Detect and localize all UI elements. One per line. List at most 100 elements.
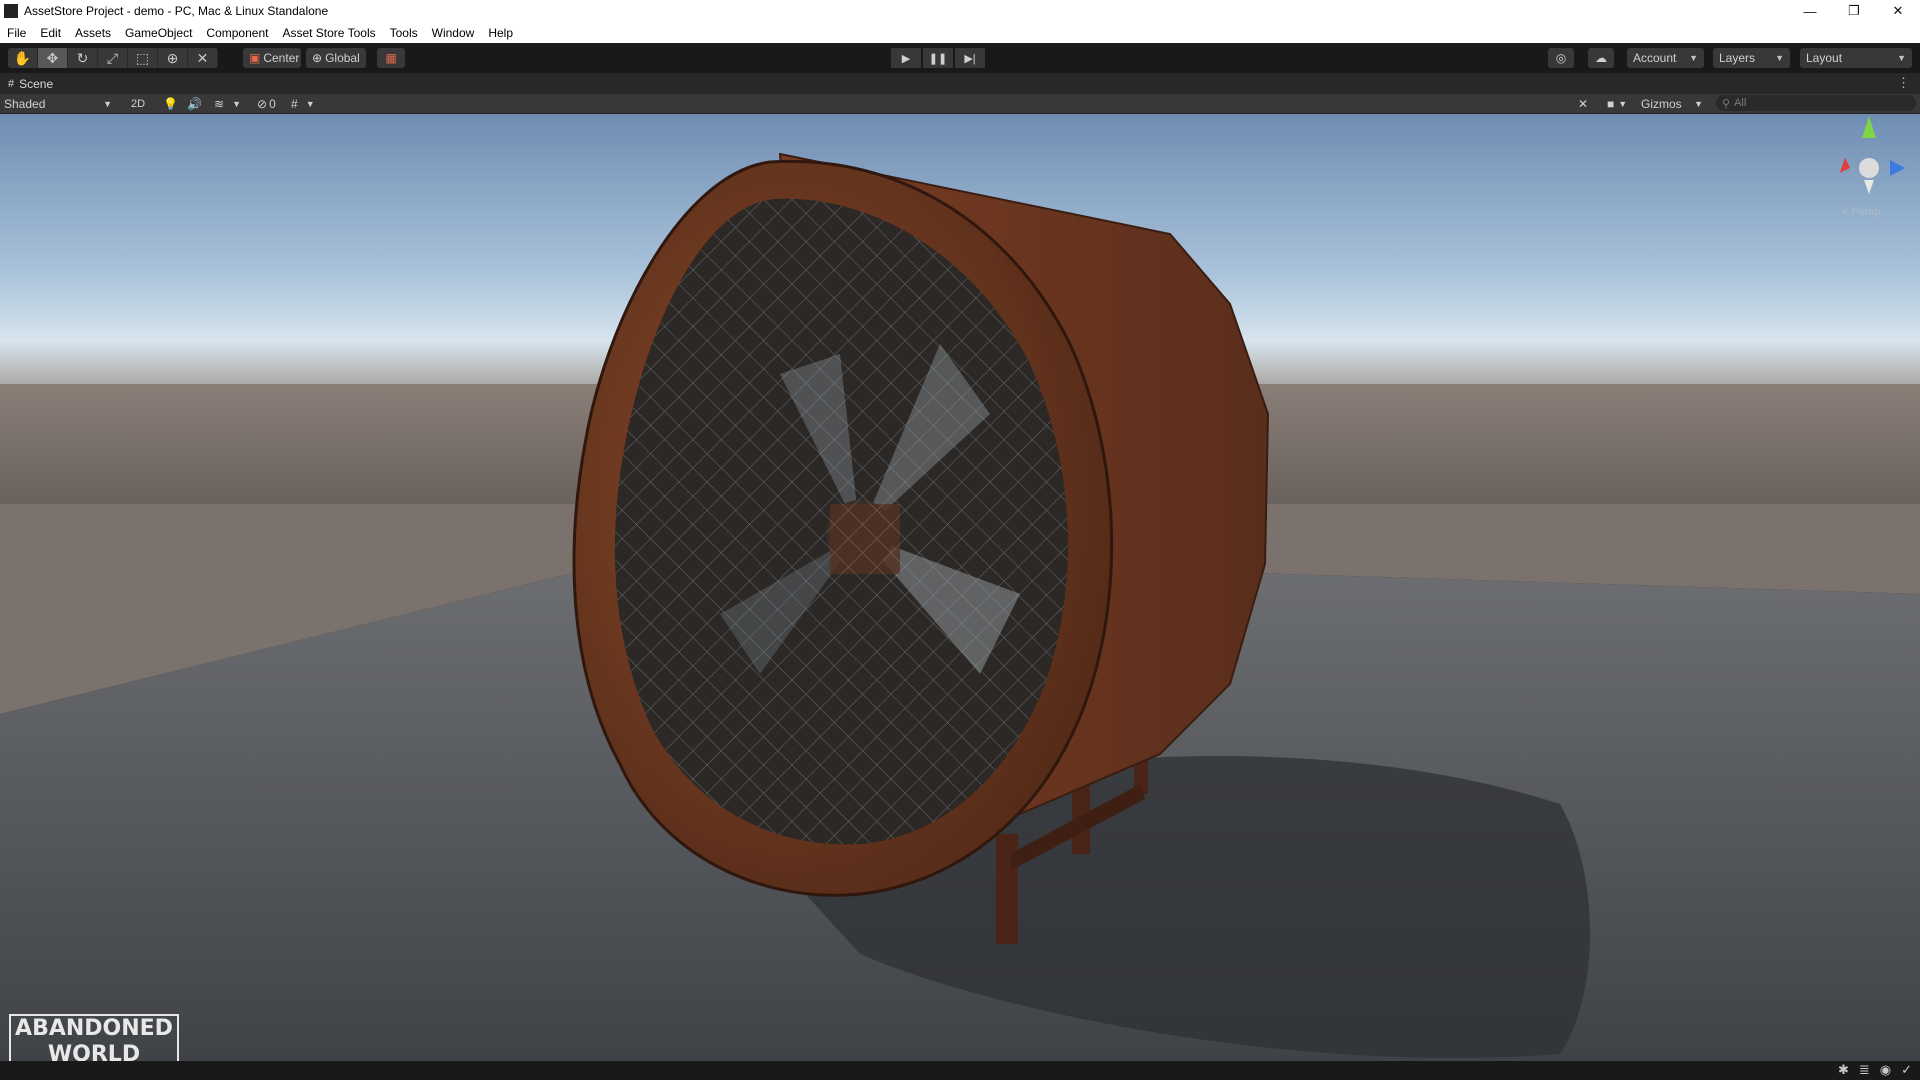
gizmos-label: Gizmos bbox=[1641, 96, 1682, 111]
effects-icon: ≋ bbox=[214, 96, 225, 111]
restore-button[interactable]: ❐ bbox=[1832, 0, 1876, 22]
grid-snap-icon: ▦ bbox=[385, 51, 397, 65]
tab-options-icon[interactable]: ⋮ bbox=[1897, 75, 1910, 91]
play-button[interactable]: ▶ bbox=[891, 48, 921, 68]
grid-dropdown[interactable]: # ▼ bbox=[291, 94, 327, 113]
bug-icon[interactable]: ✱ bbox=[1838, 1062, 1849, 1078]
services-icon: ◎ bbox=[1555, 51, 1567, 65]
cloud-icon: ☁ bbox=[1595, 51, 1607, 65]
pause-icon: ❚❚ bbox=[928, 52, 948, 65]
hand-tool-button[interactable]: ✋ bbox=[8, 48, 38, 68]
chevron-down-icon: ▼ bbox=[1897, 53, 1906, 63]
progress-icon[interactable]: ≣ bbox=[1859, 1062, 1870, 1078]
scale-icon: ⤢ bbox=[106, 49, 119, 66]
camera-icon: ■ bbox=[1607, 96, 1615, 111]
grid-icon: # bbox=[291, 96, 298, 111]
chevron-down-icon: ▼ bbox=[1618, 98, 1628, 109]
pause-button[interactable]: ❚❚ bbox=[923, 48, 953, 68]
pivot-icon: ▣ bbox=[249, 51, 261, 65]
draw-mode-label: Shaded bbox=[4, 96, 46, 111]
space-label: Global bbox=[325, 51, 360, 65]
2d-toggle-button[interactable]: 2D bbox=[126, 94, 150, 113]
transform-icon: ⊕ bbox=[166, 49, 179, 66]
window-titlebar: AssetStore Project - demo - PC, Mac & Li… bbox=[0, 0, 1920, 22]
lighting-toggle[interactable]: 💡 bbox=[163, 94, 179, 113]
move-icon: ✥ bbox=[46, 49, 59, 66]
layout-label: Layout bbox=[1806, 51, 1843, 65]
menu-window[interactable]: Window bbox=[425, 26, 482, 40]
search-icon: ⚲ bbox=[1722, 97, 1731, 110]
close-button[interactable]: ✕ bbox=[1876, 0, 1920, 22]
account-dropdown[interactable]: Account ▼ bbox=[1627, 48, 1704, 68]
transform-tool-button[interactable]: ⊕ bbox=[158, 48, 188, 68]
step-button[interactable]: ▶| bbox=[955, 48, 985, 68]
move-tool-button[interactable]: ✥ bbox=[38, 48, 68, 68]
cache-server-icon[interactable]: ◉ bbox=[1880, 1062, 1891, 1078]
menu-assets[interactable]: Assets bbox=[68, 26, 118, 40]
scene-viewport[interactable]: < Persp bbox=[0, 114, 1920, 1061]
chevron-down-icon: ▼ bbox=[232, 98, 241, 109]
status-icons: ✱ ≣ ◉ ✓ bbox=[1838, 1062, 1912, 1078]
menu-asset-store-tools[interactable]: Asset Store Tools bbox=[275, 26, 382, 40]
status-bar: ✱ ≣ ◉ ✓ bbox=[0, 1061, 1920, 1080]
chevron-down-icon: ▼ bbox=[1694, 98, 1703, 109]
lightbulb-icon: 💡 bbox=[163, 96, 178, 111]
pivot-label: Center bbox=[263, 51, 300, 65]
rect-tool-button[interactable]: ⬚ bbox=[128, 48, 158, 68]
scene-render bbox=[0, 114, 1920, 1061]
scene-search-input[interactable]: ⚲ All bbox=[1716, 95, 1916, 111]
stand-leg bbox=[996, 834, 1018, 944]
tab-scene[interactable]: # Scene bbox=[0, 77, 53, 91]
draw-mode-dropdown[interactable]: Shaded ▼ bbox=[0, 94, 118, 113]
window-controls: — ❐ ✕ bbox=[1788, 0, 1920, 22]
menu-bar: File Edit Assets GameObject Component As… bbox=[0, 22, 1920, 43]
effects-dropdown[interactable]: ≋ ▼ bbox=[214, 94, 248, 113]
rotate-icon: ↻ bbox=[76, 49, 89, 66]
main-toolbar: ✋ ✥ ↻ ⤢ ⬚ ⊕ ✕ ▣ Center ⊕ Global ▦ ▶ ❚❚ ▶… bbox=[0, 43, 1920, 73]
camera-dropdown[interactable]: ■ ▼ bbox=[1607, 94, 1635, 113]
gizmos-dropdown[interactable]: Gizmos ▼ bbox=[1641, 94, 1703, 113]
hidden-count: 0 bbox=[269, 96, 276, 111]
rotate-tool-button[interactable]: ↻ bbox=[68, 48, 98, 68]
chevron-down-icon: ▼ bbox=[1775, 53, 1784, 63]
chevron-down-icon: ▼ bbox=[305, 98, 315, 109]
search-placeholder: All bbox=[1734, 97, 1747, 109]
menu-help[interactable]: Help bbox=[481, 26, 520, 40]
check-icon[interactable]: ✓ bbox=[1901, 1062, 1912, 1078]
pivot-mode-button[interactable]: ▣ Center bbox=[243, 48, 301, 68]
unity-app-icon bbox=[4, 4, 18, 18]
account-label: Account bbox=[1633, 51, 1677, 65]
chevron-down-icon: ▼ bbox=[1689, 53, 1698, 63]
hand-icon: ✋ bbox=[13, 49, 32, 66]
scale-tool-button[interactable]: ⤢ bbox=[98, 48, 128, 68]
custom-tool-button[interactable]: ✕ bbox=[188, 48, 218, 68]
audio-toggle[interactable]: 🔊 bbox=[187, 94, 203, 113]
grid-snap-button[interactable]: ▦ bbox=[377, 48, 405, 68]
pivot-rotation-button[interactable]: ⊕ Global bbox=[306, 48, 366, 68]
transform-tools: ✋ ✥ ↻ ⤢ ⬚ ⊕ ✕ bbox=[8, 48, 218, 68]
rect-icon: ⬚ bbox=[135, 49, 150, 66]
menu-file[interactable]: File bbox=[0, 26, 33, 40]
persp-label[interactable]: < Persp bbox=[1842, 206, 1880, 218]
menu-component[interactable]: Component bbox=[199, 26, 275, 40]
menu-gameobject[interactable]: GameObject bbox=[118, 26, 199, 40]
chevron-down-icon: ▼ bbox=[103, 98, 112, 109]
scene-tools-toggle[interactable]: ✕ bbox=[1578, 94, 1594, 113]
layout-dropdown[interactable]: Layout ▼ bbox=[1800, 48, 1912, 68]
playmode-controls: ▶ ❚❚ ▶| bbox=[891, 48, 985, 68]
logo-line1: ABANDONED bbox=[15, 1016, 173, 1041]
collab-button[interactable]: ☁ bbox=[1588, 48, 1614, 68]
eye-slash-icon: ⊘ bbox=[257, 96, 268, 111]
globe-icon: ⊕ bbox=[312, 51, 323, 65]
play-icon: ▶ bbox=[901, 52, 911, 65]
menu-edit[interactable]: Edit bbox=[33, 26, 68, 40]
services-button[interactable]: ◎ bbox=[1548, 48, 1574, 68]
scene-tab-bar: # Scene ⋮ bbox=[0, 73, 1920, 94]
speaker-icon: 🔊 bbox=[187, 96, 202, 111]
layers-dropdown[interactable]: Layers ▼ bbox=[1713, 48, 1790, 68]
minimize-button[interactable]: — bbox=[1788, 0, 1832, 22]
menu-tools[interactable]: Tools bbox=[383, 26, 425, 40]
scene-visibility-toggle[interactable]: ⊘ 0 bbox=[257, 94, 285, 113]
window-title: AssetStore Project - demo - PC, Mac & Li… bbox=[24, 4, 329, 18]
layers-label: Layers bbox=[1719, 51, 1756, 65]
